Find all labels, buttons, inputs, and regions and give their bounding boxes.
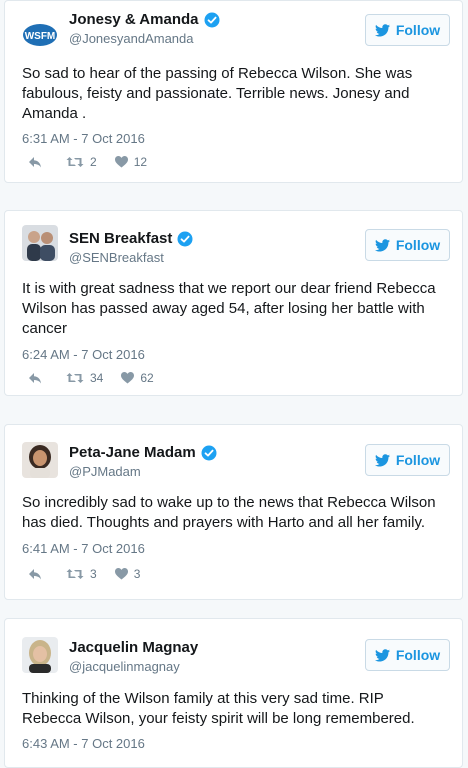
timestamp[interactable]: 6:24 AM - 7 Oct 2016 — [22, 347, 145, 362]
author-name[interactable]: Jacquelin Magnay — [69, 639, 198, 656]
author-row: Jonesy & Amanda — [69, 11, 220, 28]
reply-icon — [29, 373, 41, 384]
wsfm-logo-icon: WSFM — [22, 17, 58, 53]
reply-button[interactable] — [28, 568, 48, 580]
like-count: 62 — [140, 371, 154, 385]
tweet-card: WSFM Jonesy & Amanda @JonesyandAmanda Fo… — [4, 0, 463, 183]
retweet-icon — [66, 373, 84, 383]
timestamp[interactable]: 6:43 AM - 7 Oct 2016 — [22, 736, 145, 751]
reply-button[interactable] — [28, 156, 48, 168]
verified-badge-icon — [204, 12, 219, 27]
twitter-bird-icon — [374, 648, 390, 661]
follow-button[interactable]: Follow — [365, 444, 450, 476]
tweet-actions: 34 62 — [28, 371, 172, 385]
retweet-button[interactable]: 3 — [66, 567, 97, 581]
portrait-photo-icon — [22, 442, 58, 478]
twitter-bird-icon — [374, 453, 390, 466]
like-count: 3 — [133, 567, 141, 581]
follow-button[interactable]: Follow — [365, 229, 450, 261]
avatar[interactable]: WSFM — [22, 17, 58, 53]
svg-text:WSFM: WSFM — [25, 31, 56, 42]
tweet-card: Jacquelin Magnay @jacquelinmagnay Follow… — [4, 618, 463, 768]
retweet-count: 34 — [90, 371, 104, 385]
author-handle[interactable]: @jacquelinmagnay — [69, 659, 180, 674]
hosts-photo-icon — [22, 225, 58, 261]
verified-badge-icon — [201, 445, 217, 460]
follow-label: Follow — [395, 22, 441, 38]
avatar[interactable] — [22, 637, 58, 673]
tweet-text: So sad to hear of the passing of Rebecca… — [22, 65, 413, 122]
verified-badge-icon — [177, 231, 193, 246]
reply-button[interactable] — [28, 372, 48, 384]
retweet-icon — [66, 157, 84, 167]
like-button[interactable]: 12 — [114, 155, 148, 169]
twitter-bird-icon — [374, 23, 390, 36]
retweet-button[interactable]: 34 — [66, 371, 103, 385]
twitter-bird-icon — [374, 238, 390, 251]
reply-icon — [29, 569, 41, 580]
avatar[interactable] — [22, 225, 58, 261]
timestamp[interactable]: 6:31 AM - 7 Oct 2016 — [22, 131, 145, 146]
heart-icon — [114, 156, 128, 168]
tweet-actions: 3 3 — [28, 567, 158, 581]
like-count: 12 — [133, 155, 148, 169]
follow-label: Follow — [395, 452, 441, 468]
author-handle[interactable]: @PJMadam — [69, 464, 141, 479]
author-row: SEN Breakfast — [69, 230, 193, 247]
tweet-text: Thinking of the Wilson family at this ve… — [22, 690, 415, 727]
author-row: Jacquelin Magnay — [69, 639, 198, 656]
tweet-card: Peta-Jane Madam @PJMadam Follow So incre… — [4, 424, 463, 600]
author-row: Peta-Jane Madam — [69, 444, 217, 461]
retweet-count: 2 — [90, 155, 97, 169]
reply-icon — [29, 157, 41, 168]
follow-button[interactable]: Follow — [365, 14, 450, 46]
author-name[interactable]: Jonesy & Amanda — [69, 11, 199, 28]
author-name[interactable]: Peta-Jane Madam — [69, 444, 196, 461]
tweet-text: So incredibly sad to wake up to the news… — [22, 494, 436, 531]
like-button[interactable]: 62 — [121, 371, 154, 385]
avatar[interactable] — [22, 442, 58, 478]
tweet-text: It is with great sadness that we report … — [22, 280, 436, 337]
author-name[interactable]: SEN Breakfast — [69, 230, 172, 247]
tweet-actions: 2 12 — [28, 155, 165, 169]
author-handle[interactable]: @JonesyandAmanda — [69, 31, 194, 46]
retweet-button[interactable]: 2 — [66, 155, 97, 169]
portrait-photo-icon — [22, 637, 58, 673]
follow-label: Follow — [395, 647, 441, 663]
retweet-count: 3 — [90, 567, 97, 581]
like-button[interactable]: 3 — [114, 567, 141, 581]
follow-button[interactable]: Follow — [365, 639, 450, 671]
heart-icon — [121, 372, 135, 384]
retweet-icon — [66, 569, 84, 579]
tweet-card: SEN Breakfast @SENBreakfast Follow It is… — [4, 210, 463, 396]
follow-label: Follow — [395, 237, 441, 253]
heart-icon — [114, 568, 128, 580]
timestamp[interactable]: 6:41 AM - 7 Oct 2016 — [22, 541, 145, 556]
author-handle[interactable]: @SENBreakfast — [69, 250, 164, 265]
